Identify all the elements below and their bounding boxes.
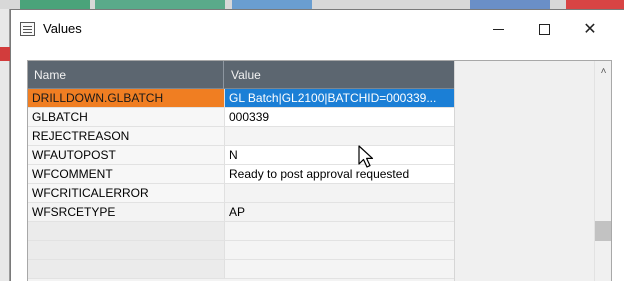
grid-header: Name Value — [28, 61, 454, 89]
grid-empty-area — [454, 61, 602, 281]
column-header-name[interactable]: Name — [28, 61, 224, 89]
window-title: Values — [43, 21, 82, 36]
table-row[interactable]: WFSRCETYPE AP — [28, 203, 454, 222]
cell-name: WFCOMMENT — [28, 165, 225, 184]
background-tab — [470, 0, 550, 9]
maximize-icon — [538, 23, 550, 35]
cell-name — [28, 222, 225, 241]
scroll-up-button[interactable]: ˄ — [595, 63, 611, 80]
cell-name: WFAUTOPOST — [28, 146, 225, 165]
background-tab — [232, 0, 312, 9]
table-row[interactable]: DRILLDOWN.GLBATCH GL Batch|GL2100|BATCHI… — [28, 89, 454, 108]
close-button[interactable]: ✕ — [567, 10, 613, 48]
cell-name: DRILLDOWN.GLBATCH — [28, 89, 225, 108]
maximize-button[interactable] — [521, 10, 567, 48]
cell-value: N — [225, 146, 454, 165]
background-tab — [20, 0, 90, 9]
cell-value — [225, 260, 454, 279]
window-form-icon — [20, 22, 35, 36]
vertical-scrollbar[interactable]: ˄ — [594, 61, 611, 281]
close-icon: ✕ — [583, 21, 597, 38]
minimize-button[interactable] — [475, 10, 521, 48]
cell-name: WFCRITICALERROR — [28, 184, 225, 203]
table-row[interactable] — [28, 241, 454, 260]
background-tab — [318, 0, 408, 9]
cell-value: 000339 — [225, 108, 454, 127]
table-row[interactable] — [28, 260, 454, 279]
values-dialog: Values ✕ Name Value DRILLDOWN.GLBATCH GL… — [10, 9, 624, 281]
column-header-value[interactable]: Value — [225, 61, 454, 89]
cell-name: REJECTREASON — [28, 127, 225, 146]
cell-value: GL Batch|GL2100|BATCHID=000339... — [225, 89, 454, 108]
mouse-pointer-icon — [358, 145, 374, 168]
background-red-marker — [0, 47, 10, 61]
cell-value — [225, 184, 454, 203]
table-row[interactable]: WFAUTOPOST N — [28, 146, 454, 165]
cell-value — [225, 241, 454, 260]
scroll-thumb[interactable] — [595, 221, 611, 241]
cell-name: GLBATCH — [28, 108, 225, 127]
table-row[interactable] — [28, 222, 454, 241]
cell-value: AP — [225, 203, 454, 222]
cell-name — [28, 260, 225, 279]
table-row[interactable]: WFCRITICALERROR — [28, 184, 454, 203]
background-app-strip — [0, 0, 624, 9]
cell-value — [225, 127, 454, 146]
title-bar[interactable]: Values ✕ — [11, 10, 624, 48]
background-tab — [95, 0, 225, 9]
cell-name — [28, 241, 225, 260]
values-grid[interactable]: Name Value DRILLDOWN.GLBATCH GL Batch|GL… — [27, 60, 612, 281]
cell-value — [225, 222, 454, 241]
table-row[interactable]: REJECTREASON — [28, 127, 454, 146]
cell-value: Ready to post approval requested — [225, 165, 454, 184]
chevron-up-icon: ˄ — [600, 66, 607, 77]
background-tab — [566, 0, 624, 9]
table-row[interactable]: WFCOMMENT Ready to post approval request… — [28, 165, 454, 184]
background-app-edge — [0, 9, 10, 281]
table-row[interactable]: GLBATCH 000339 — [28, 108, 454, 127]
minimize-icon — [492, 28, 504, 30]
cell-name: WFSRCETYPE — [28, 203, 225, 222]
